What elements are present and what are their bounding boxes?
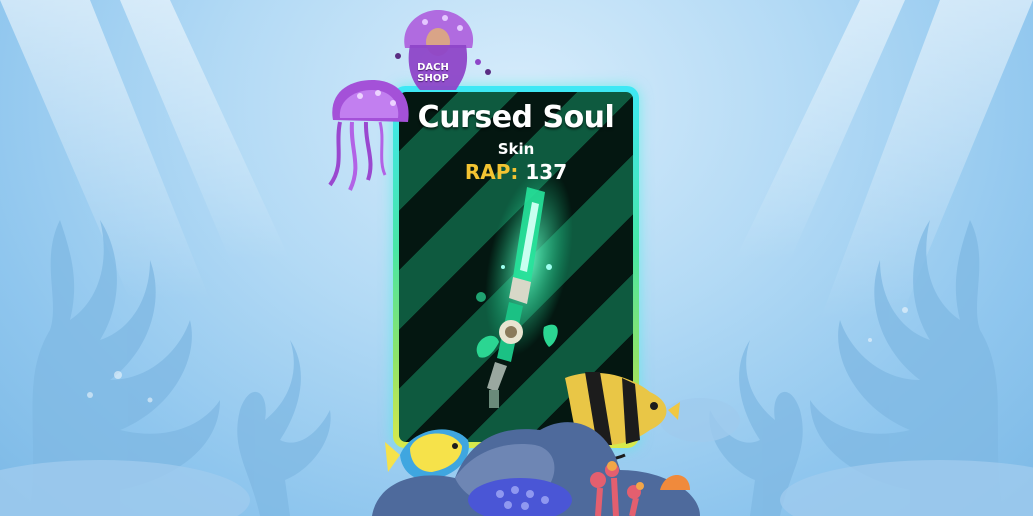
shop-badge[interactable]: DACH SHOP — [403, 62, 463, 84]
shop-badge-line1: DACH — [417, 62, 449, 73]
rap-value: 137 — [525, 160, 568, 184]
item-rap: RAP: 137 — [399, 160, 633, 184]
item-card[interactable]: Cursed Soul Skin RAP: 137 — [393, 86, 639, 448]
ocean-scene: Cursed Soul Skin RAP: 137 DACH SHOP — [0, 0, 1033, 516]
rap-label: RAP: — [464, 160, 519, 184]
item-card-inner: Cursed Soul Skin RAP: 137 — [399, 92, 633, 442]
shop-badge-line2: SHOP — [417, 73, 449, 84]
item-type: Skin — [497, 140, 535, 158]
item-name: Cursed Soul — [417, 100, 615, 135]
